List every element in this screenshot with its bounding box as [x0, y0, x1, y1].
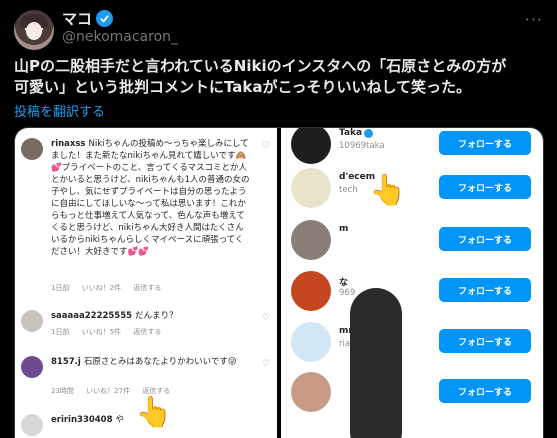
- user-name-text: Taka: [339, 128, 363, 138]
- follow-button[interactable]: フォローする: [439, 278, 531, 302]
- comment-item: 8157.j 石原さとみはあなたよりかわいいです😜 23時間 いいね！27件 返信…: [21, 356, 271, 400]
- comment-body: Nikiちゃんの投稿め〜っちゃ楽しみにしてました！また新たなnikiちゃん見れて…: [51, 139, 250, 257]
- comment-time: 1日前: [51, 284, 70, 292]
- user-name: Taka: [339, 128, 374, 138]
- user-subtitle: tech: [339, 185, 358, 195]
- comment-time: 23時間: [51, 387, 74, 395]
- tweet-text-line-2: 可愛い」という批判コメントにTakaがこっそりいいねして笑った。: [14, 78, 472, 96]
- user-name: m: [339, 224, 348, 234]
- comment-text: saaaaa22225555 だんまり？: [51, 310, 251, 322]
- heart-icon: ♡: [262, 359, 271, 369]
- follow-list-row: mma Yosi ria フォローする: [291, 322, 541, 370]
- follow-button[interactable]: フォローする: [439, 379, 531, 403]
- commenter-username: eririn330408: [51, 415, 113, 425]
- follow-list-row: な 969 フォローする: [291, 271, 541, 319]
- commenter-avatar: [21, 138, 43, 160]
- comment-body: や: [115, 415, 125, 425]
- user-name-text: な: [339, 278, 349, 288]
- author-display-name[interactable]: マコ: [62, 8, 92, 29]
- comment-likes: いいね！5件: [81, 328, 122, 336]
- comment-reply: 返信する: [142, 387, 171, 395]
- pointing-hand-icon: 👆: [135, 395, 173, 430]
- instagram-comments-screenshot: rinaxss Nikiちゃんの投稿め〜っちゃ楽しみにしてました！また新たなnik…: [15, 128, 277, 438]
- commenter-username: rinaxss: [51, 139, 86, 149]
- avatar-face: [26, 22, 42, 40]
- tweet-media[interactable]: rinaxss Nikiちゃんの投稿め〜っちゃ楽しみにしてました！また新たなnik…: [14, 127, 544, 438]
- translate-post-link[interactable]: 投稿を翻訳する: [14, 101, 105, 120]
- follow-button[interactable]: フォローする: [439, 131, 531, 155]
- comment-meta: 1日前 いいね！2件 返信する: [51, 283, 171, 293]
- more-options-icon[interactable]: ···: [525, 10, 543, 29]
- follow-button[interactable]: フォローする: [439, 175, 531, 199]
- comment-time: 1日前: [51, 328, 70, 336]
- comment-text: rinaxss Nikiちゃんの投稿め〜っちゃ楽しみにしてました！また新たなnik…: [51, 138, 251, 258]
- follow-button[interactable]: フォローする: [439, 329, 531, 353]
- comment-body: だんまり？: [135, 311, 178, 321]
- follow-list-row: フォローする: [291, 372, 541, 420]
- user-avatar: [291, 220, 331, 260]
- author-avatar[interactable]: [14, 10, 54, 50]
- comment-reply: 返信する: [133, 284, 162, 292]
- user-name: な: [339, 275, 348, 288]
- pointing-hand-icon: 👆: [369, 173, 407, 208]
- user-avatar: [291, 271, 331, 311]
- commenter-username: 8157.j: [51, 357, 81, 367]
- user-name-text: m: [339, 224, 349, 234]
- tweet-text-line-1: 山Pの二股相手だと言われているNikiのインスタへの「石原さとみの方が: [14, 57, 507, 75]
- follow-list-row: m フォローする: [291, 220, 541, 268]
- comment-likes: いいね！2件: [81, 284, 122, 292]
- commenter-avatar: [21, 310, 43, 332]
- comment-meta: 1日前 いいね！5件 返信する: [51, 327, 171, 337]
- comment-reply: 返信する: [133, 328, 162, 336]
- commenter-avatar: [21, 356, 43, 378]
- censor-bar: [350, 288, 402, 438]
- author-name-row[interactable]: マコ: [62, 8, 114, 29]
- comment-item: saaaaa22225555 だんまり？ 1日前 いいね！5件 返信する ♡: [21, 310, 271, 346]
- commenter-avatar: [21, 414, 43, 436]
- author-handle[interactable]: @nekomacaron_: [62, 29, 178, 45]
- verified-badge-icon: [364, 128, 374, 138]
- user-subtitle: 969: [339, 288, 356, 298]
- heart-icon: ♡: [262, 313, 271, 323]
- user-subtitle: 10969taka: [339, 141, 385, 151]
- tweet-text: 山Pの二股相手だと言われているNikiのインスタへの「石原さとみの方が 可愛い」…: [14, 56, 544, 98]
- comment-item: rinaxss Nikiちゃんの投稿め〜っちゃ楽しみにしてました！また新たなnik…: [21, 138, 271, 292]
- follow-list-row: Taka 10969taka フォローする: [291, 128, 541, 172]
- commenter-username: saaaaa22225555: [51, 311, 133, 321]
- follow-list-row: d'ecem tech フォローする: [291, 168, 541, 216]
- comment-likes: いいね！27件: [86, 387, 131, 395]
- user-avatar: [291, 372, 331, 412]
- user-avatar: [291, 322, 331, 362]
- comment-body: 石原さとみはあなたよりかわいいです😜: [83, 357, 237, 367]
- instagram-likes-screenshot: Taka 10969taka フォローする d'ecem tech フォローする…: [281, 128, 543, 438]
- verified-badge-icon: [96, 10, 114, 27]
- comment-text: 8157.j 石原さとみはあなたよりかわいいです😜: [51, 356, 251, 368]
- user-avatar: [291, 168, 331, 208]
- user-avatar: [291, 128, 331, 164]
- heart-icon: ♡: [262, 141, 271, 151]
- user-subtitle: ria: [339, 339, 351, 349]
- follow-button[interactable]: フォローする: [439, 227, 531, 251]
